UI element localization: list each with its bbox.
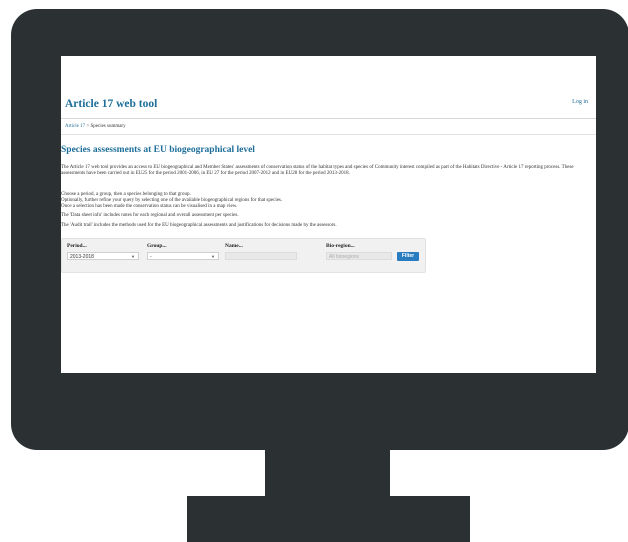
step-line: Once a selection has been made the conse…: [61, 204, 238, 209]
login-link[interactable]: Log in: [572, 99, 588, 105]
bioregion-filter: Bio-region... All bioregions: [326, 243, 392, 260]
bioregion-label: Bio-region...: [326, 243, 355, 249]
filter-button[interactable]: Filter: [397, 252, 419, 261]
intro-paragraph: The Article 17 web tool provides an acce…: [61, 165, 574, 176]
top-bar: [61, 56, 596, 90]
name-label: Name...: [225, 243, 243, 249]
monitor-neck: [265, 449, 390, 497]
datasheet-note: The 'Data sheet info' includes notes for…: [61, 213, 239, 218]
group-select[interactable]: - ▼: [147, 252, 219, 260]
chevron-down-icon: ▼: [131, 254, 135, 259]
breadcrumb-current: Species summary: [90, 124, 126, 129]
bioregion-input[interactable]: All bioregions: [326, 252, 392, 260]
monitor-base: [187, 496, 470, 542]
breadcrumb-root-link[interactable]: Article 17: [65, 124, 85, 129]
period-select[interactable]: 2013-2018 ▼: [67, 252, 139, 260]
header-divider: [61, 118, 596, 119]
site-title[interactable]: Article 17 web tool: [65, 98, 157, 110]
period-label: Period...: [67, 243, 87, 249]
breadcrumb-divider: [61, 134, 596, 135]
group-label: Group...: [147, 243, 167, 249]
browser-screen: Article 17 web tool Log in Article 17 > …: [61, 56, 596, 373]
chevron-down-icon: ▼: [211, 254, 215, 259]
page-title: Species assessments at EU biogeographica…: [61, 145, 255, 155]
group-value: -: [150, 254, 152, 260]
audit-note: The 'Audit trail' includes the methods u…: [61, 223, 337, 228]
period-filter: Period... 2013-2018 ▼: [67, 243, 139, 260]
group-filter: Group... - ▼: [147, 243, 219, 260]
period-value: 2013-2018: [70, 254, 94, 260]
name-filter: Name...: [225, 243, 297, 260]
filter-panel: Period... 2013-2018 ▼ Group... - ▼ Name.…: [61, 238, 426, 273]
steps-paragraph: Choose a period, a group, then a species…: [61, 192, 594, 210]
name-input[interactable]: [225, 252, 297, 260]
breadcrumb: Article 17 > Species summary: [65, 124, 126, 129]
